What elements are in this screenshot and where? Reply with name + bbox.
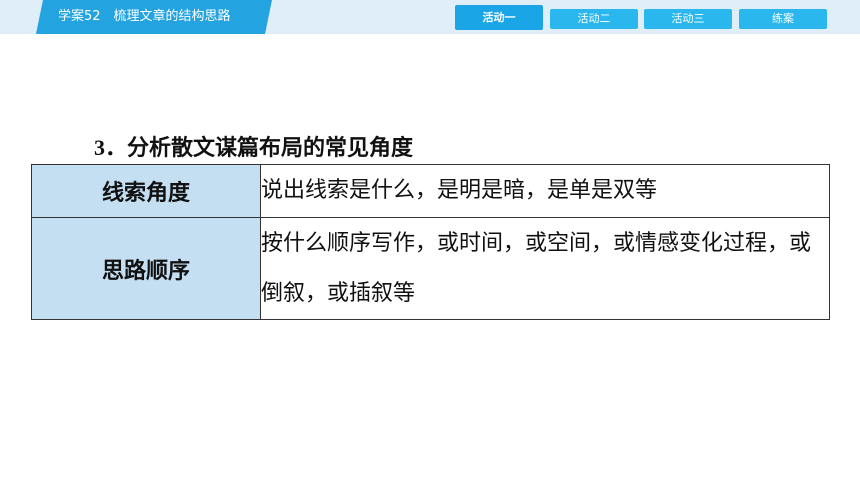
row-description: 按什么顺序写作，或时间，或空间，或情感变化过程，或倒叙，或插叙等 [260,217,830,320]
nav-exercise-button[interactable]: 练案 [739,9,827,29]
row-description: 说出线索是什么，是明是暗，是单是双等 [260,164,830,218]
table-row: 线索角度 说出线索是什么，是明是暗，是单是双等 [31,164,830,218]
row-category: 思路顺序 [31,217,261,320]
section-heading: 3．分析散文谋篇布局的常见角度 [94,133,413,164]
section-number: 3． [94,135,128,160]
angles-table: 线索角度 说出线索是什么，是明是暗，是单是双等 思路顺序 按什么顺序写作，或时间… [31,164,830,320]
nav-activity-3-button[interactable]: 活动三 [644,9,732,29]
row-category: 线索角度 [31,164,261,218]
table-row: 思路顺序 按什么顺序写作，或时间，或空间，或情感变化过程，或倒叙，或插叙等 [31,217,830,320]
lesson-title: 学案52 梳理文章的结构思路 [58,9,231,24]
top-bar: 学案52 梳理文章的结构思路 活动一 活动二 活动三 练案 [0,0,860,34]
nav-activity-2-button[interactable]: 活动二 [550,9,638,29]
nav-activity-1-button[interactable]: 活动一 [455,5,543,30]
section-title: 分析散文谋篇布局的常见角度 [127,136,414,161]
